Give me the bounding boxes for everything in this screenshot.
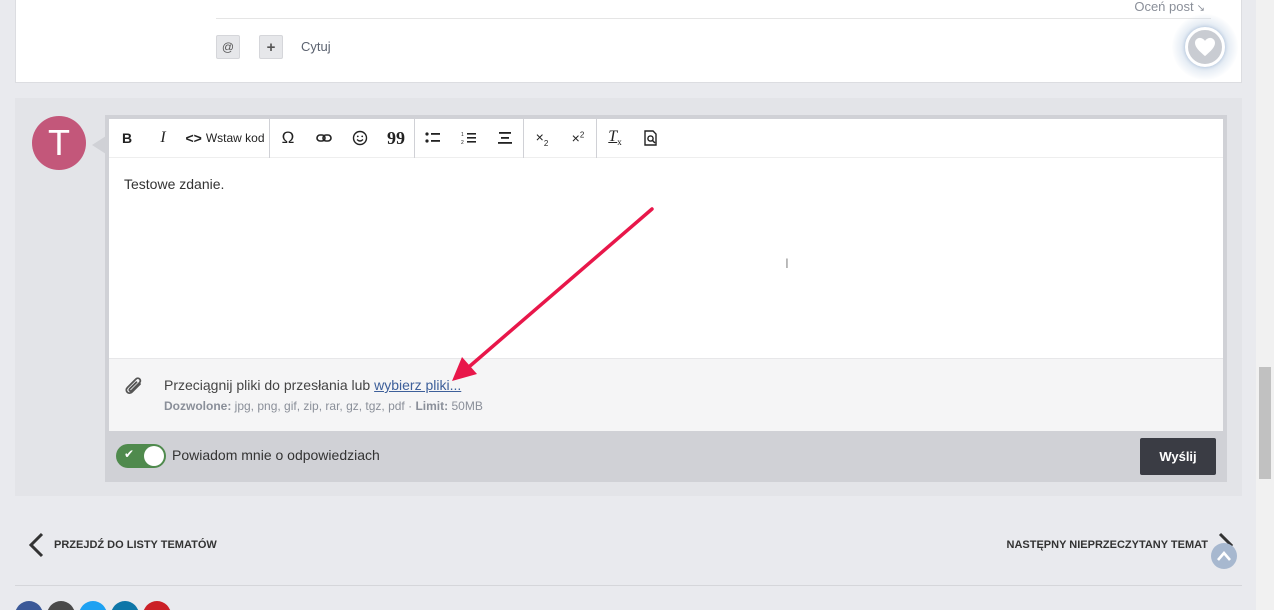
code-icon: <> bbox=[185, 130, 202, 146]
align-center-button[interactable] bbox=[487, 119, 523, 158]
editor-toolbar: B I <> Wstaw kod Ω 99 12 ×2 ×2 Tx bbox=[109, 118, 1223, 158]
superscript-button[interactable]: ×2 bbox=[560, 119, 596, 158]
svg-text:1: 1 bbox=[461, 132, 464, 138]
link-button[interactable] bbox=[306, 119, 342, 158]
checkmark-icon: ✔ bbox=[124, 447, 135, 461]
chevron-up-icon bbox=[1217, 551, 1231, 561]
avatar: T bbox=[32, 116, 86, 170]
insert-code-button[interactable]: <> Wstaw kod bbox=[181, 119, 269, 158]
prev-topics-link[interactable]: PRZEJDŹ DO LISTY TEMATÓW bbox=[28, 532, 217, 558]
paperclip-icon bbox=[123, 375, 147, 408]
post-divider bbox=[216, 18, 1211, 19]
emoji-button[interactable] bbox=[342, 119, 378, 158]
text-cursor-icon: I bbox=[785, 255, 789, 271]
multiquote-button[interactable]: + bbox=[259, 35, 283, 59]
attachment-area[interactable]: Przeciągnij pliki do przesłania lub wybi… bbox=[109, 358, 1223, 431]
scrollbar-thumb[interactable] bbox=[1259, 367, 1271, 479]
send-button[interactable]: Wyślij bbox=[1140, 438, 1216, 475]
bullet-list-icon bbox=[425, 132, 440, 143]
avatar-pointer bbox=[92, 136, 106, 154]
align-center-icon bbox=[498, 132, 512, 144]
quote-icon: 99 bbox=[387, 127, 405, 148]
preview-button[interactable] bbox=[633, 119, 669, 158]
preview-icon bbox=[644, 130, 657, 146]
italic-button[interactable]: I bbox=[145, 119, 181, 158]
next-unread-link[interactable]: NASTĘPNY NIEPRZECZYTANY TEMAT bbox=[1007, 532, 1234, 558]
twitter-icon[interactable] bbox=[79, 601, 107, 610]
drop-files-text: Przeciągnij pliki do przesłania lub wybi… bbox=[164, 377, 462, 393]
link-icon bbox=[316, 134, 332, 142]
notify-label: Powiadom mnie o odpowiedziach bbox=[172, 447, 380, 463]
superscript-icon: ×2 bbox=[571, 130, 585, 146]
heart-icon bbox=[1195, 37, 1215, 57]
rate-arrow-icon: ↘ bbox=[1196, 3, 1205, 14]
quote-button[interactable]: Cytuj bbox=[301, 39, 331, 54]
allowed-files-info: Dozwolone: jpg, png, gif, zip, rar, gz, … bbox=[164, 399, 483, 413]
special-char-button[interactable]: Ω bbox=[270, 119, 306, 158]
linkedin-icon[interactable] bbox=[111, 601, 139, 610]
notify-toggle[interactable]: ✔ bbox=[116, 444, 166, 468]
bold-button[interactable]: B bbox=[109, 119, 145, 158]
editor-text: Testowe zdanie. bbox=[124, 176, 225, 192]
mention-button[interactable]: @ bbox=[216, 35, 240, 59]
pinterest-icon[interactable] bbox=[143, 601, 171, 610]
smiley-icon bbox=[352, 130, 368, 146]
remove-format-button[interactable]: Tx bbox=[597, 119, 633, 158]
numbered-list-icon: 12 bbox=[461, 132, 476, 145]
bullet-list-button[interactable] bbox=[415, 119, 451, 158]
previous-post-card: Oceń post ↘ @ + Cytuj bbox=[15, 0, 1242, 83]
choose-files-link[interactable]: wybierz pliki... bbox=[374, 377, 461, 393]
rate-post-link[interactable]: Oceń post ↘ bbox=[1134, 0, 1205, 14]
svg-text:2: 2 bbox=[461, 140, 464, 145]
subscript-icon: ×2 bbox=[535, 128, 549, 148]
scrollbar-track[interactable] bbox=[1256, 0, 1274, 610]
facebook-icon[interactable] bbox=[15, 601, 43, 610]
chevron-left-icon bbox=[28, 532, 44, 558]
back-to-top-button[interactable] bbox=[1211, 543, 1237, 569]
editor-content[interactable]: Testowe zdanie. I bbox=[109, 158, 1223, 358]
clear-format-icon: Tx bbox=[608, 128, 622, 148]
footer-divider bbox=[15, 585, 1242, 586]
share-icon[interactable] bbox=[47, 601, 75, 610]
like-button[interactable] bbox=[1172, 14, 1238, 80]
subscript-button[interactable]: ×2 bbox=[524, 119, 560, 158]
blockquote-button[interactable]: 99 bbox=[378, 119, 414, 158]
toggle-knob bbox=[144, 446, 164, 466]
numbered-list-button[interactable]: 12 bbox=[451, 119, 487, 158]
